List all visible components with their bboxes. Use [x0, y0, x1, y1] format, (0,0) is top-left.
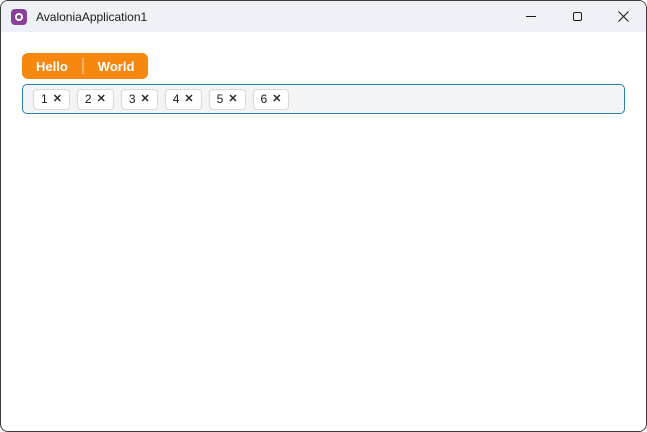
chip-close-icon[interactable]: ✕ [272, 93, 281, 105]
minimize-button[interactable] [508, 1, 554, 32]
chip-close-icon[interactable]: ✕ [53, 93, 62, 105]
title-bar: AvaloniaApplication1 [1, 1, 646, 32]
chip-close-icon[interactable]: ✕ [184, 93, 193, 105]
chip: 4 ✕ [164, 88, 202, 110]
chip-close-icon[interactable]: ✕ [228, 93, 237, 105]
chip-label: 1 [41, 92, 48, 106]
window-title: AvaloniaApplication1 [36, 9, 148, 24]
maximize-button[interactable] [554, 1, 600, 32]
tab-world-label: World [97, 58, 135, 74]
chip-close-icon[interactable]: ✕ [141, 93, 150, 105]
chip: 5 ✕ [208, 88, 246, 110]
app-window: AvaloniaApplication1 Hello World 1 ✕ 2 ✕… [0, 0, 647, 432]
chip-close-icon[interactable]: ✕ [97, 93, 106, 105]
content-area: Hello World 1 ✕ 2 ✕ 3 ✕ 4 ✕ 5 ✕ 6 ✕ [1, 32, 646, 114]
tab-world[interactable]: World [84, 53, 149, 79]
tab-hello[interactable]: Hello [22, 53, 82, 79]
tab-hello-label: Hello [36, 58, 68, 74]
chip-label: 5 [216, 92, 224, 106]
avalonia-logo-icon[interactable] [11, 8, 27, 25]
chip: 3 ✕ [120, 88, 158, 110]
close-icon [617, 11, 629, 22]
chip: 1 ✕ [33, 88, 70, 110]
maximize-icon [572, 12, 582, 21]
chip-label: 6 [260, 92, 268, 106]
chip-label: 3 [128, 92, 136, 106]
tab-strip: Hello World [22, 53, 149, 79]
chip-label: 2 [84, 92, 92, 106]
chip-label: 4 [172, 92, 180, 106]
chip: 2 ✕ [76, 88, 114, 110]
caption-buttons [508, 1, 646, 32]
chip: 6 ✕ [252, 88, 290, 110]
close-button[interactable] [600, 1, 646, 32]
tag-input-box[interactable]: 1 ✕ 2 ✕ 3 ✕ 4 ✕ 5 ✕ 6 ✕ [22, 84, 625, 114]
minimize-icon [526, 16, 536, 17]
